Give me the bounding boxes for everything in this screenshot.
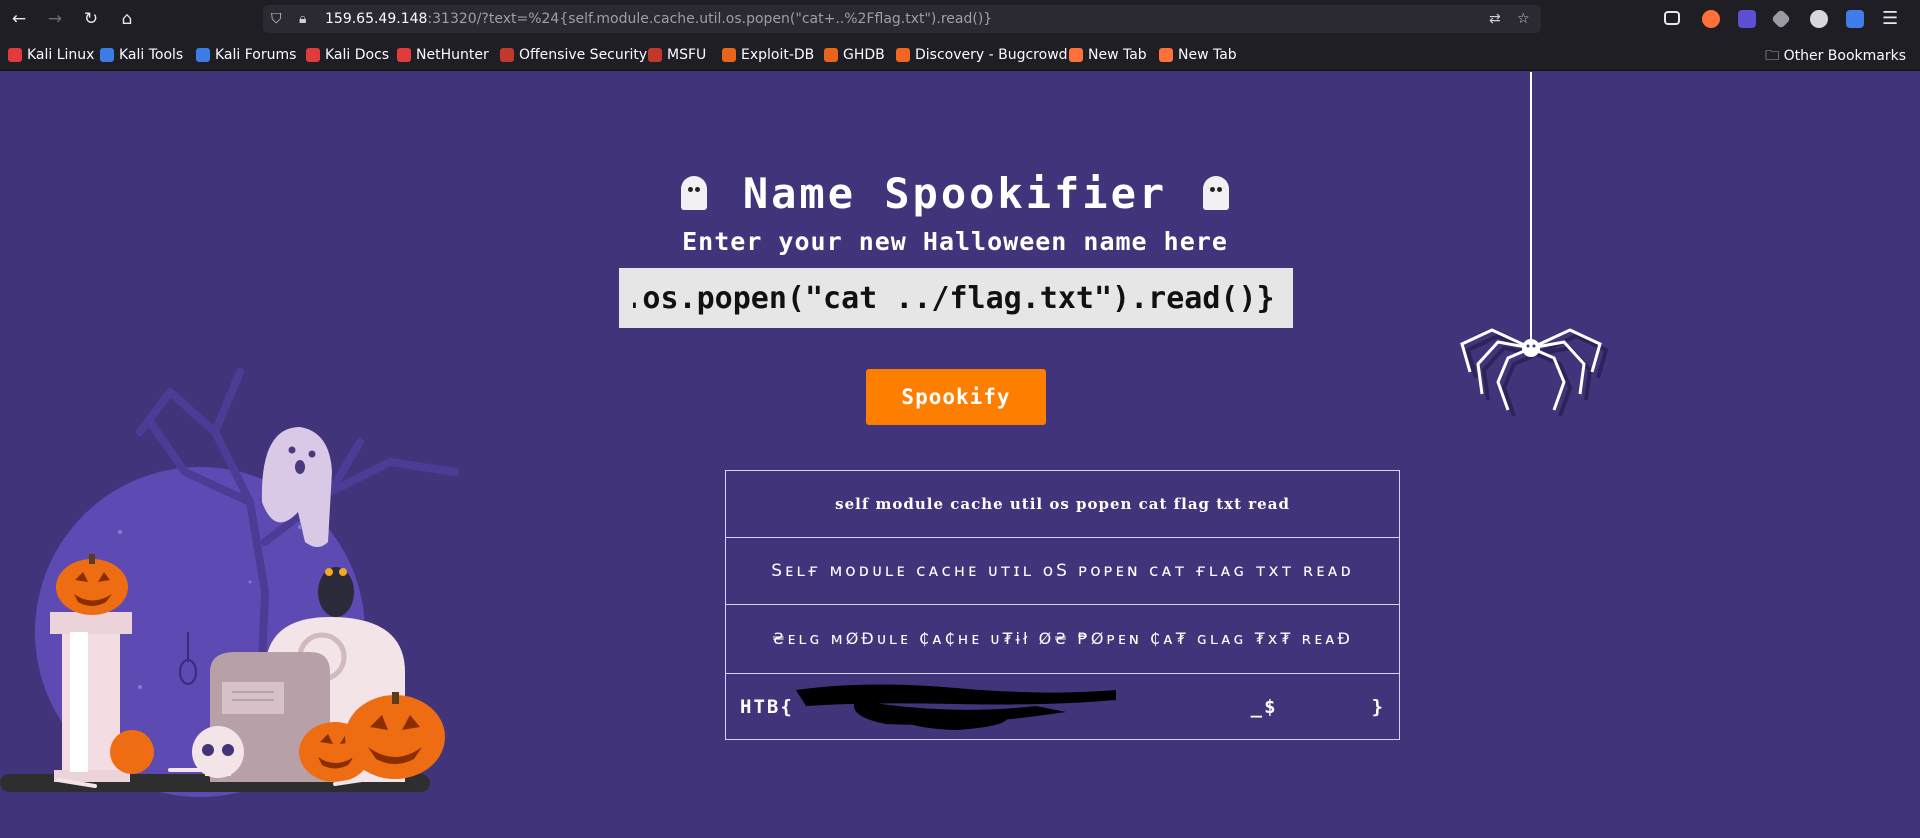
page-content: Name Spookifier Enter your new Halloween… bbox=[0, 72, 1920, 838]
home-icon[interactable]: ⌂ bbox=[116, 8, 138, 30]
extension-cube-icon[interactable] bbox=[1738, 10, 1756, 28]
pocket-icon[interactable] bbox=[1664, 11, 1680, 25]
bookmark-item[interactable]: Offensive Security bbox=[500, 45, 647, 65]
bookmark-item[interactable]: Kali Linux bbox=[8, 45, 94, 65]
shield-icon[interactable]: ⛉ bbox=[271, 10, 282, 28]
bookmark-label: Kali Docs bbox=[325, 47, 390, 63]
bookmark-favicon-icon bbox=[1159, 48, 1173, 62]
name-input[interactable] bbox=[619, 268, 1293, 328]
result-cell-plain: self module cache util os popen cat flag… bbox=[724, 470, 1401, 538]
table-row: HTB{ _$ } bbox=[724, 673, 1401, 740]
bookmark-favicon-icon bbox=[824, 48, 838, 62]
bookmark-star-icon[interactable]: ☆ bbox=[1517, 10, 1530, 28]
bookmark-favicon-icon bbox=[648, 48, 662, 62]
browser-toolbar: ← → ↻ ⌂ ⛉ 🔒︎ 159.65.49.148:31320/?text=%… bbox=[0, 0, 1920, 38]
moon bbox=[35, 467, 365, 797]
ghost-icon bbox=[680, 176, 707, 210]
bookmark-label: Kali Tools bbox=[119, 47, 184, 63]
bookmark-item[interactable]: New Tab bbox=[1159, 45, 1237, 65]
bookmark-label: Kali Forums bbox=[215, 47, 297, 63]
tombstone-large bbox=[265, 617, 405, 782]
bookmark-favicon-icon bbox=[8, 48, 22, 62]
pumpkin-large bbox=[345, 692, 445, 779]
url-path: :31320/?text=%24{self.module.cache.util.… bbox=[427, 11, 993, 27]
bookmark-favicon-icon bbox=[1069, 48, 1083, 62]
pillar bbox=[62, 627, 120, 777]
bookmark-item[interactable]: New Tab bbox=[1069, 45, 1147, 65]
bookmark-label: NetHunter bbox=[416, 47, 489, 63]
bookmark-item[interactable]: Kali Docs bbox=[306, 45, 389, 65]
page-title: Name Spookifier bbox=[660, 167, 1250, 219]
lock-icon[interactable]: 🔒︎ bbox=[299, 10, 306, 28]
bookmark-item[interactable]: Kali Tools bbox=[100, 45, 183, 65]
bookmark-label: New Tab bbox=[1178, 47, 1237, 63]
bookmark-favicon-icon bbox=[722, 48, 736, 62]
back-arrow-icon[interactable]: ← bbox=[8, 8, 30, 30]
firefox-icon[interactable] bbox=[1702, 10, 1720, 28]
bookmark-label: MSFU bbox=[667, 47, 707, 63]
bookmark-favicon-icon bbox=[196, 48, 210, 62]
ghost-icon bbox=[1203, 176, 1230, 210]
reload-icon[interactable]: ↻ bbox=[80, 8, 102, 30]
result-cell-smallcaps: Sᴇʟғ ᴍᴏᴅᴜʟᴇ ᴄᴀᴄʜᴇ ᴜᴛɪʟ ᴏS ᴘᴏᴘᴇɴ ᴄᴀᴛ ғʟᴀɢ… bbox=[724, 537, 1401, 605]
spider-icon bbox=[1465, 333, 1609, 417]
page-subtitle: Enter your new Halloween name here bbox=[682, 227, 1228, 256]
bookmark-label: New Tab bbox=[1088, 47, 1147, 63]
forward-arrow-icon[interactable]: → bbox=[44, 8, 66, 30]
bookmark-label: Discovery - Bugcrowd bbox=[915, 47, 1068, 63]
bookmark-item[interactable]: GHDB bbox=[824, 45, 885, 65]
skull bbox=[192, 726, 244, 778]
floating-ghost bbox=[261, 427, 332, 547]
title-text: Name Spookifier bbox=[742, 168, 1168, 218]
url-text[interactable]: 159.65.49.148:31320/?text=%24{self.modul… bbox=[325, 10, 992, 28]
pumpkin-small-left bbox=[110, 730, 154, 774]
bookmark-label: Kali Linux bbox=[27, 47, 95, 63]
table-row: self module cache util os popen cat flag… bbox=[724, 470, 1401, 538]
owl bbox=[318, 567, 354, 617]
bookmark-label: Offensive Security bbox=[519, 47, 648, 63]
bookmark-item[interactable]: Discovery - Bugcrowd bbox=[896, 45, 1068, 65]
bookmark-item[interactable]: MSFU bbox=[648, 45, 706, 65]
results-table: self module cache util os popen cat flag… bbox=[724, 470, 1401, 740]
bookmark-item[interactable]: NetHunter bbox=[397, 45, 489, 65]
translate-icon[interactable]: ⇄ bbox=[1489, 10, 1501, 28]
pumpkin-on-pillar bbox=[56, 554, 128, 615]
bookmark-favicon-icon bbox=[306, 48, 320, 62]
bookmark-favicon-icon bbox=[100, 48, 114, 62]
extension-diamond-icon[interactable] bbox=[1771, 9, 1791, 29]
redaction-scribble bbox=[796, 684, 1116, 730]
url-bar[interactable]: ⛉ 🔒︎ 159.65.49.148:31320/?text=%24{self.… bbox=[263, 5, 1541, 33]
bookmark-item[interactable]: Exploit-DB bbox=[722, 45, 814, 65]
pumpkin-medium bbox=[299, 722, 371, 782]
bookmark-favicon-icon bbox=[500, 48, 514, 62]
spookify-button[interactable]: Spookify bbox=[866, 369, 1046, 425]
tombstone-small bbox=[210, 652, 330, 782]
bones bbox=[56, 768, 377, 788]
bookmark-label: Exploit-DB bbox=[741, 47, 815, 63]
bookmarks-bar: Kali Linux Kali Tools Kali Forums Kali Docs… bbox=[0, 38, 1920, 71]
bookmark-favicon-icon bbox=[397, 48, 411, 62]
ground bbox=[0, 774, 430, 792]
bookmark-favicon-icon bbox=[896, 48, 910, 62]
dead-tree bbox=[136, 368, 459, 716]
other-bookmarks-folder[interactable]: 🗀 Other Bookmarks bbox=[1765, 45, 1906, 69]
other-bookmarks-label: Other Bookmarks bbox=[1783, 48, 1906, 64]
bookmark-label: GHDB bbox=[843, 47, 885, 63]
result-cell-flag: HTB{ _$ } bbox=[724, 673, 1401, 740]
extension-circle-icon[interactable] bbox=[1810, 10, 1828, 28]
bookmark-item[interactable]: Kali Forums bbox=[196, 45, 296, 65]
result-cell-currency: ₴ᴇʟɢ ᴍØĐᴜʟᴇ ₵ᴀ₵ʜᴇ ᴜ₮ɨł Ø₴ ₱Øᴘᴇɴ ₵ᴀ₮ ɢʟᴀɢ… bbox=[724, 604, 1401, 674]
translate-extension-icon[interactable] bbox=[1846, 10, 1864, 28]
hamburger-menu-icon[interactable]: ☰ bbox=[1882, 8, 1898, 30]
table-row: Sᴇʟғ ᴍᴏᴅᴜʟᴇ ᴄᴀᴄʜᴇ ᴜᴛɪʟ ᴏS ᴘᴏᴘᴇɴ ᴄᴀᴛ ғʟᴀɢ… bbox=[724, 537, 1401, 605]
url-host: 159.65.49.148 bbox=[325, 11, 428, 27]
folder-icon: 🗀 bbox=[1765, 48, 1784, 64]
table-row: ₴ᴇʟɢ ᴍØĐᴜʟᴇ ₵ᴀ₵ʜᴇ ᴜ₮ɨł Ø₴ ₱Øᴘᴇɴ ₵ᴀ₮ ɢʟᴀɢ… bbox=[724, 604, 1401, 674]
